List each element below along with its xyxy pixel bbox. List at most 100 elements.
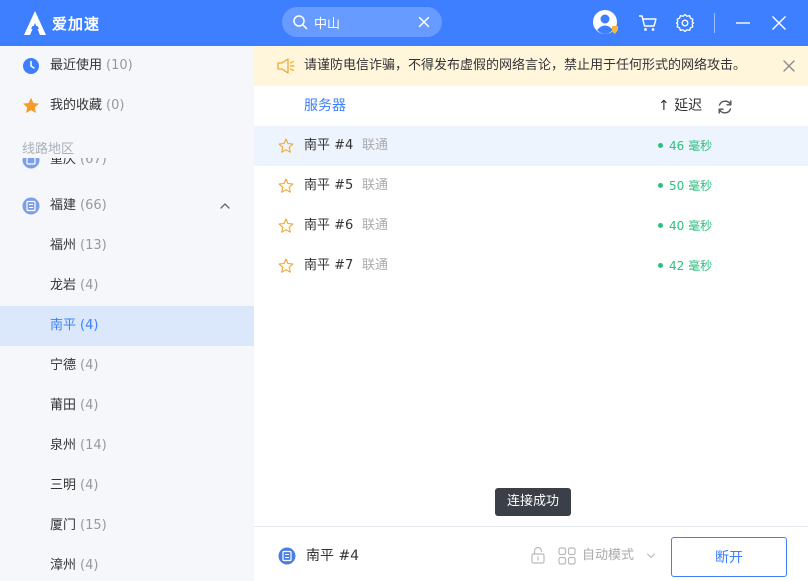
- server-latency: 40 毫秒: [658, 206, 712, 246]
- sidebar-item-label: 泉州: [50, 438, 77, 453]
- sidebar-item-label: 三明: [50, 478, 77, 493]
- sidebar-item-count: (15): [80, 518, 107, 533]
- main-panel: 请谨防电信诈骗，不得发布虚假的网络言论，禁止用于任何形式的网络攻击。 服务器 ↑…: [254, 46, 808, 581]
- server-row[interactable]: 南平 #6 联通 40 毫秒: [254, 206, 808, 246]
- star-icon: [23, 97, 39, 113]
- sidebar-item-count: (4): [80, 318, 99, 333]
- speaker-icon: [277, 58, 295, 74]
- server-name: 南平 #5: [304, 178, 354, 193]
- latency-value: 40 毫秒: [669, 219, 713, 233]
- user-avatar-button[interactable]: [592, 9, 620, 37]
- clock-icon: [23, 58, 39, 74]
- refresh-icon[interactable]: [716, 98, 734, 116]
- region-icon: [22, 197, 40, 215]
- favorite-star-icon[interactable]: [278, 218, 294, 234]
- titlebar-divider: [714, 13, 715, 33]
- status-dot: [658, 223, 663, 228]
- server-name: 南平 #4: [304, 138, 354, 153]
- chevron-up-icon[interactable]: [218, 199, 232, 213]
- sidebar-item-city[interactable]: 三明 (4): [0, 466, 254, 506]
- server-isp: 联通: [362, 178, 389, 193]
- sidebar-item-recent[interactable]: 最近使用 (10): [0, 46, 254, 86]
- sidebar-item-city[interactable]: 龙岩 (4): [0, 266, 254, 306]
- favorite-star-icon[interactable]: [278, 258, 294, 274]
- server-name: 南平 #7: [304, 258, 354, 273]
- sidebar-item-label: 南平: [50, 318, 77, 333]
- server-row[interactable]: 南平 #4 联通 46 毫秒: [254, 126, 808, 166]
- status-dot: [658, 143, 663, 148]
- sidebar-item-city[interactable]: 莆田 (4): [0, 386, 254, 426]
- close-icon: [772, 16, 786, 30]
- sidebar-item-city[interactable]: 福州 (13): [0, 226, 254, 266]
- sidebar-item-label: 漳州: [50, 558, 77, 573]
- notice-text: 请谨防电信诈骗，不得发布虚假的网络言论，禁止用于任何形式的网络攻击。: [304, 58, 747, 73]
- sidebar-item-count: (4): [80, 358, 99, 373]
- notice-banner: 请谨防电信诈骗，不得发布虚假的网络言论，禁止用于任何形式的网络攻击。: [254, 46, 808, 86]
- server-name: 南平 #6: [304, 218, 354, 233]
- sidebar-item-label: 厦门: [50, 518, 77, 533]
- sidebar-item-label: 福建: [50, 198, 77, 213]
- sidebar-item-label: 宁德: [50, 358, 77, 373]
- grid-icon: [558, 547, 576, 565]
- gear-icon: [675, 13, 695, 33]
- disconnect-button[interactable]: 断开: [671, 537, 787, 577]
- sidebar-item-count: (4): [80, 398, 99, 413]
- favorite-star-icon[interactable]: [278, 178, 294, 194]
- chevron-down-icon: [646, 553, 656, 559]
- sidebar-item-fujian[interactable]: 福建 (66): [0, 186, 254, 226]
- sidebar-item-city[interactable]: 泉州 (14): [0, 426, 254, 466]
- avatar-icon: [593, 10, 618, 34]
- logo-icon: [24, 11, 46, 35]
- sidebar-item-city[interactable]: 厦门 (15): [0, 506, 254, 546]
- sidebar-item-label: 最近使用: [50, 58, 103, 73]
- cart-icon: [639, 15, 657, 31]
- toast-message: 连接成功: [495, 488, 572, 516]
- sidebar-item-city[interactable]: 宁德 (4): [0, 346, 254, 386]
- app-logo: 爱加速: [22, 10, 100, 36]
- status-dot: [658, 263, 663, 268]
- close-notice-icon[interactable]: [782, 59, 796, 73]
- latency-value: 50 毫秒: [669, 179, 713, 193]
- table-header: 服务器 ↑ 延迟: [254, 86, 808, 126]
- connection-footer: 南平 #4 自动模式 断开: [254, 526, 808, 581]
- search-box[interactable]: [282, 7, 442, 37]
- settings-button[interactable]: [671, 9, 699, 37]
- app-name: 爱加速: [52, 14, 101, 33]
- sidebar-item-label: 龙岩: [50, 278, 77, 293]
- server-latency: 46 毫秒: [658, 126, 712, 166]
- sidebar-item-chongqing[interactable]: 重庆 (67): [0, 158, 254, 178]
- sidebar-item-city-selected[interactable]: 南平 (4): [0, 306, 254, 346]
- section-label-regions: 线路地区: [22, 142, 75, 157]
- cart-button[interactable]: [634, 9, 662, 37]
- lock-icon[interactable]: [530, 546, 546, 564]
- search-icon: [293, 15, 308, 30]
- favorite-star-icon[interactable]: [278, 138, 294, 154]
- server-isp: 联通: [362, 218, 389, 233]
- sidebar-item-label: 我的收藏: [50, 98, 103, 113]
- sidebar-item-count: (4): [80, 558, 99, 573]
- server-isp: 联通: [362, 258, 389, 273]
- server-latency: 42 毫秒: [658, 246, 712, 286]
- column-header-server[interactable]: 服务器: [304, 86, 346, 126]
- close-window-button[interactable]: [765, 9, 793, 37]
- server-row[interactable]: 南平 #5 联通 50 毫秒: [254, 166, 808, 206]
- minimize-button[interactable]: [729, 9, 757, 37]
- search-input[interactable]: [314, 14, 414, 30]
- sidebar-item-city[interactable]: 漳州 (4): [0, 546, 254, 581]
- sidebar-item-count: (10): [106, 58, 133, 73]
- minimize-icon: [736, 22, 750, 24]
- clear-search-icon[interactable]: [416, 14, 432, 30]
- sidebar-item-count: (67): [80, 158, 107, 167]
- server-latency: 50 毫秒: [658, 166, 712, 206]
- sidebar: 最近使用 (10) 我的收藏 (0) 线路地区 重庆 (67) 福建 (66) 福州(: [0, 46, 254, 581]
- status-dot: [658, 183, 663, 188]
- sidebar-item-count: (13): [80, 238, 107, 253]
- mode-dropdown[interactable]: 自动模式: [582, 527, 634, 581]
- server-row[interactable]: 南平 #7 联通 42 毫秒: [254, 246, 808, 286]
- sidebar-item-count: (14): [80, 438, 107, 453]
- sort-latency-button[interactable]: ↑ 延迟: [658, 86, 702, 126]
- connected-server-name: 南平 #4: [306, 548, 360, 564]
- sidebar-item-favorites[interactable]: 我的收藏 (0): [0, 86, 254, 126]
- sidebar-item-count: (0): [106, 98, 125, 113]
- latency-value: 42 毫秒: [669, 259, 713, 273]
